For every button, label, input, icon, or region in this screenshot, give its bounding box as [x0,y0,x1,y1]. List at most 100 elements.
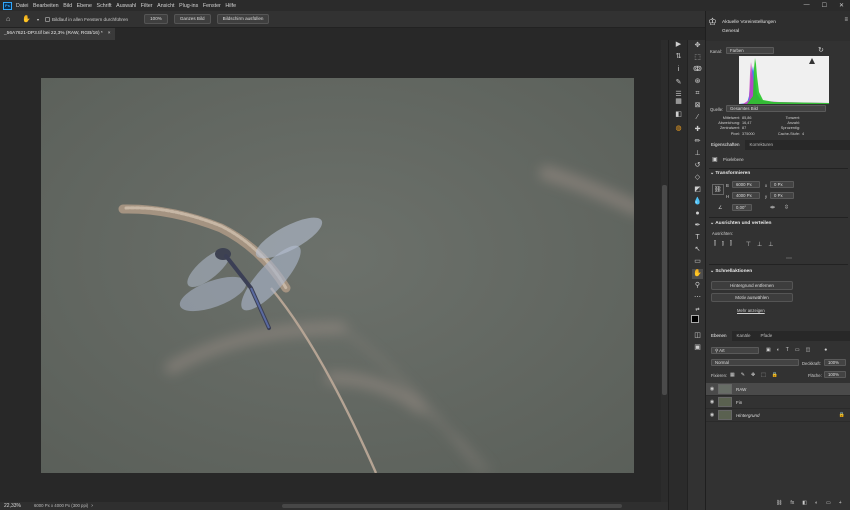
tab-adjustments[interactable]: Korrekturen [745,140,779,150]
libraries-icon[interactable]: ◍ [673,124,684,134]
hand-tool-icon[interactable]: ✋ [692,269,703,279]
foreground-color-swatch[interactable] [691,315,699,323]
zoom-level[interactable]: 22,33% [0,502,30,510]
source-select[interactable]: Gesamtes Bild [726,105,826,112]
zoom-100-button[interactable]: 100% [144,14,168,24]
document-tab[interactable]: _56A7621-DP3.tif bei 22,3% (RAW, RGB/16)… [0,28,115,40]
lasso-tool-icon[interactable]: ↂ [692,65,703,75]
angle-input[interactable]: 0,00° [732,204,752,211]
transform-section-header[interactable]: ⌄ Transformieren [710,171,750,176]
layer-row-fin[interactable]: ◉ Fin [706,396,850,409]
channel-select[interactable]: Farben [726,47,774,54]
home-icon[interactable]: ⌂ [6,16,10,23]
link-layers-icon[interactable]: ⛓ [776,500,782,506]
layer-row-hintergrund[interactable]: ◉ Hintergrund 🔒 [706,409,850,422]
lock-position-icon[interactable]: ✥ [751,372,755,378]
quick-mask-icon[interactable]: ◫ [692,331,703,341]
fit-screen-button[interactable]: Ganzes Bild [173,14,211,24]
lock-image-icon[interactable]: ✎ [741,372,745,378]
flip-vertical-icon[interactable]: ⇳ [784,204,789,211]
align-right-icon[interactable]: ⫿ [730,241,732,248]
brush-settings-icon[interactable]: ✎ [673,78,684,88]
menu-hilfe[interactable]: Hilfe [225,3,236,9]
crop-tool-icon[interactable]: ⌗ [692,89,703,99]
menu-plugins[interactable]: Plug-ins [179,3,198,9]
layer-filter-select[interactable]: ⚲ Art [711,347,759,354]
menu-filter[interactable]: Filter [141,3,153,9]
lock-all-icon[interactable]: 🔒 [772,372,778,378]
menu-fenster[interactable]: Fenster [203,3,221,9]
menu-bearbeiten[interactable]: Bearbeiten [33,3,59,9]
quick-actions-header[interactable]: ⌄ Schnellaktionen [710,269,752,274]
tab-properties[interactable]: Eigenschaften [706,140,745,150]
align-center-h-icon[interactable]: ⫾ [722,241,724,248]
screen-mode-icon[interactable]: ▣ [692,343,703,353]
panel-menu-icon[interactable]: ≡ [844,17,848,23]
menu-schrift[interactable]: Schrift [97,3,112,9]
tab-layers[interactable]: Ebenen [706,331,732,341]
x-input[interactable]: 0 Px [770,181,794,188]
add-mask-icon[interactable]: ◧ [802,500,807,506]
hand-tool-icon[interactable]: ✋ [22,16,31,23]
eyedropper-tool-icon[interactable]: ⁄ [692,113,703,123]
menu-bild[interactable]: Bild [63,3,72,9]
dodge-tool-icon[interactable]: ● [692,209,703,219]
menu-ebene[interactable]: Ebene [77,3,92,9]
width-input[interactable]: 6000 Px [732,181,760,188]
blur-tool-icon[interactable]: 💧 [692,197,703,207]
document-image[interactable] [41,78,634,473]
chevron-right-icon[interactable]: › [91,502,93,510]
fill-screen-button[interactable]: Bildschirm ausfüllen [216,14,270,24]
visibility-eye-icon[interactable]: ◉ [706,412,718,418]
healing-tool-icon[interactable]: ✚ [692,125,703,135]
more-align-icon[interactable]: ⋯ [786,255,792,262]
maximize-button[interactable]: ☐ [822,2,827,9]
adjust-icon[interactable]: ⇅ [673,52,684,62]
pen-tool-icon[interactable]: ✒ [692,221,703,231]
opacity-input[interactable]: 100% [824,359,846,366]
align-section-header[interactable]: ⌄ Ausrichten und verteilen [710,221,771,226]
menu-ansicht[interactable]: Ansicht [157,3,174,9]
group-icon[interactable]: ▭ [826,500,831,506]
adjustment-layer-icon[interactable]: ◐ [815,500,818,506]
refresh-icon[interactable]: ↻ [818,46,824,54]
quick-select-tool-icon[interactable]: ⊛ [692,77,703,87]
link-icon[interactable]: ⛓ [712,184,724,195]
close-tab-button[interactable]: × [108,28,111,40]
chevron-down-icon[interactable]: ▾ [37,16,39,23]
align-bottom-icon[interactable]: ⊥ [768,241,773,248]
lock-artboard-icon[interactable]: ⬚ [761,372,766,378]
layer-row-raw[interactable]: ◉ RAW [706,383,850,396]
lock-transparent-icon[interactable]: ▦ [730,372,735,378]
blend-mode-select[interactable]: Normal [711,359,799,366]
shape-tool-icon[interactable]: ▭ [692,257,703,267]
layer-lock-icon[interactable]: 🔒 [839,412,845,418]
remove-background-button[interactable]: Hintergrund entfernen [711,281,793,290]
eraser-tool-icon[interactable]: ◇ [692,173,703,183]
visibility-eye-icon[interactable]: ◉ [706,399,718,405]
play-icon[interactable]: ▶ [673,40,684,50]
path-select-tool-icon[interactable]: ↖ [692,245,703,255]
align-middle-icon[interactable]: ⊥ [757,241,762,248]
select-subject-button[interactable]: Motiv auswählen [711,293,793,302]
filter-pixel-icon[interactable]: ▣ [766,347,771,353]
history-icon[interactable]: ▦ [673,97,684,107]
scroll-all-windows-checkbox[interactable]: Bildlauf in allen Fenstern durchführen [44,16,128,22]
filter-smart-icon[interactable]: ◫ [806,347,811,353]
tab-paths[interactable]: Pfade [756,331,778,341]
move-tool-icon[interactable]: ✥ [692,41,703,51]
close-window-button[interactable]: ✕ [839,2,844,9]
swap-colors-icon[interactable]: ⇄ [692,305,703,315]
frame-tool-icon[interactable]: ⊠ [692,101,703,111]
zoom-tool-icon[interactable]: ⚲ [692,281,703,291]
filter-type-icon[interactable]: T [786,347,789,353]
align-top-icon[interactable]: ⊤ [746,241,751,248]
filter-adjust-icon[interactable]: ◐ [777,347,780,353]
tab-channels[interactable]: Kanäle [732,331,756,341]
scrollbar-thumb[interactable] [662,185,667,395]
fill-input[interactable]: 100% [824,371,846,378]
filter-toggle-icon[interactable]: ● [824,347,827,353]
flip-horizontal-icon[interactable]: ⇹ [770,204,775,211]
checkbox-box[interactable] [44,16,50,22]
visibility-eye-icon[interactable]: ◉ [706,386,718,392]
